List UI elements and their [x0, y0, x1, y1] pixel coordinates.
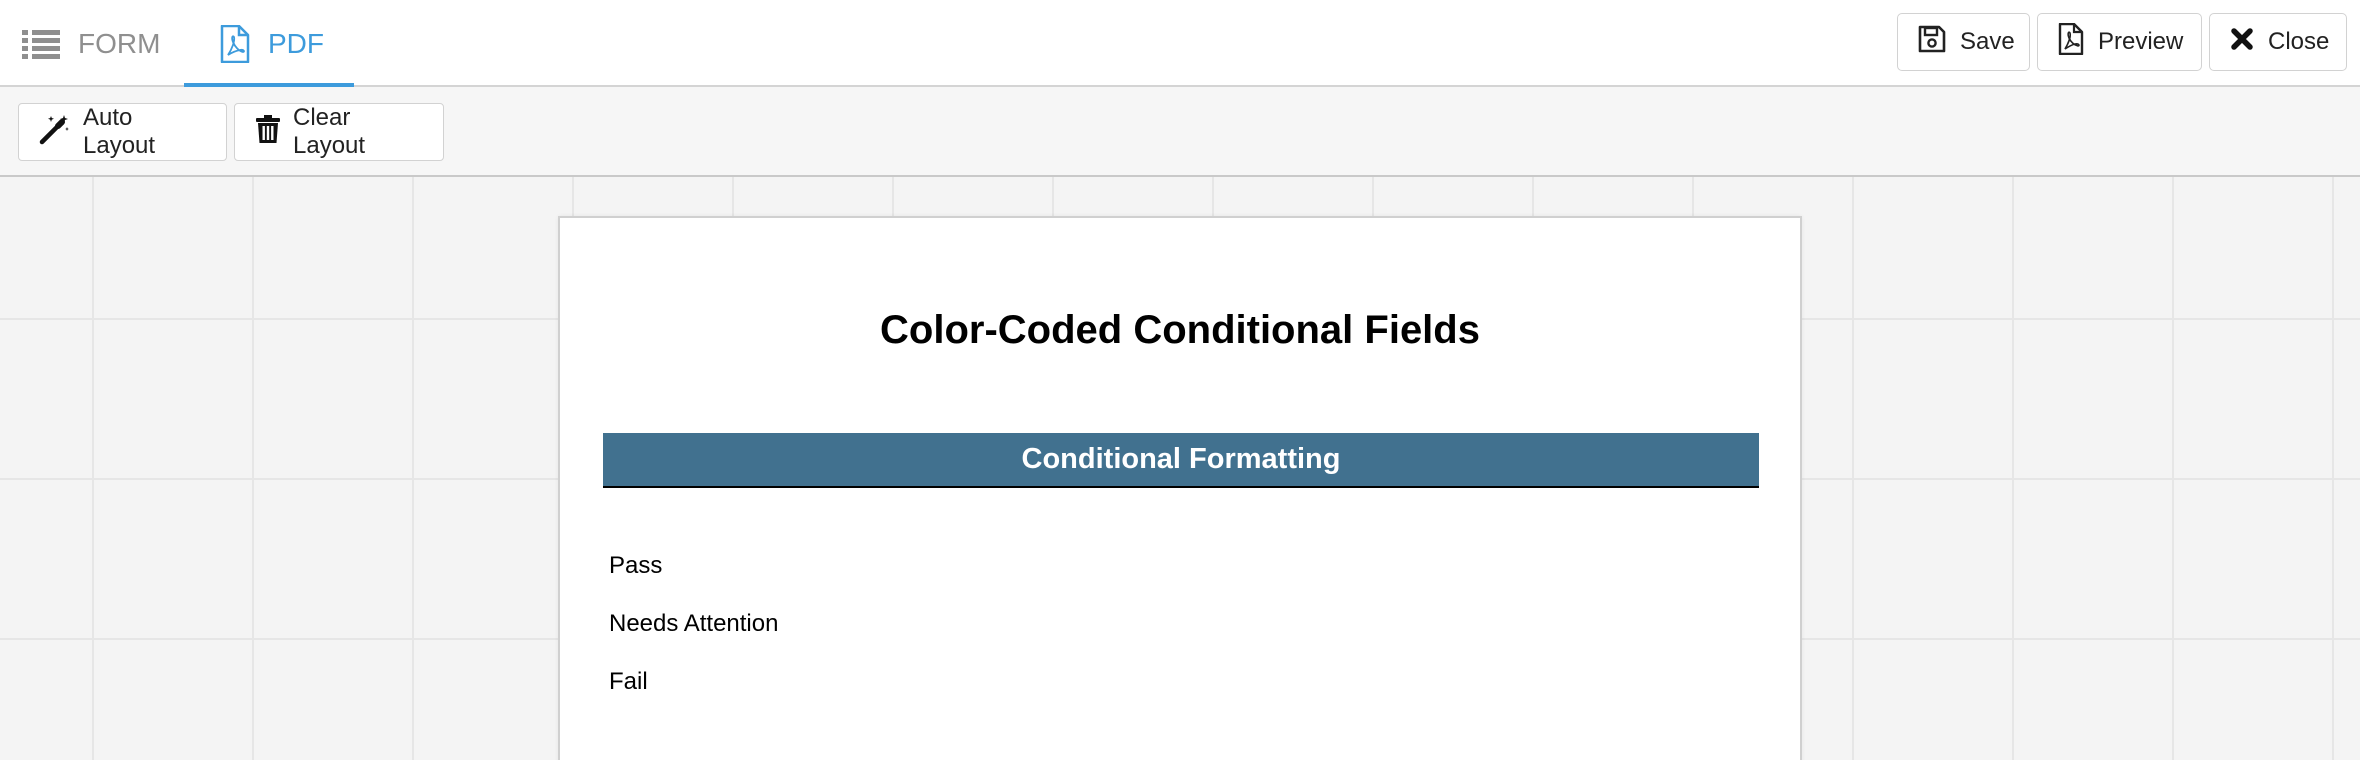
preview-button-label: Preview: [2098, 28, 2184, 55]
section-header[interactable]: Conditional Formatting: [603, 433, 1759, 488]
close-button[interactable]: Close: [2209, 13, 2347, 71]
close-button-label: Close: [2268, 28, 2330, 55]
tab-pdf[interactable]: PDF: [184, 0, 354, 89]
clear-layout-button[interactable]: Clear Layout: [234, 103, 444, 161]
close-icon: [2230, 27, 2254, 58]
field-item-pass[interactable]: Pass: [609, 552, 662, 580]
pdf-page: Color-Coded Conditional Fields Condition…: [558, 216, 1802, 760]
save-button-label: Save: [1960, 28, 2015, 55]
list-icon: [22, 29, 60, 59]
tab-form[interactable]: FORM: [22, 0, 160, 87]
pdf-file-icon: [220, 24, 250, 63]
tab-form-label: FORM: [78, 27, 161, 59]
preview-button[interactable]: Preview: [2037, 13, 2202, 71]
tab-pdf-label: PDF: [268, 27, 324, 59]
section-header-label: Conditional Formatting: [1021, 443, 1341, 475]
layout-toolbar: Auto Layout Clear Layout: [0, 87, 2360, 177]
field-item-fail[interactable]: Fail: [609, 668, 648, 696]
top-bar: FORM PDF Save Preview Close: [0, 0, 2360, 89]
field-item-needs-attention[interactable]: Needs Attention: [609, 610, 778, 638]
auto-layout-label: Auto Layout: [83, 104, 156, 159]
document-title[interactable]: Color-Coded Conditional Fields: [560, 308, 1800, 353]
floppy-disk-icon: [1918, 25, 1946, 60]
magic-wand-icon: [39, 113, 71, 152]
pdf-file-icon: [2058, 22, 2084, 62]
auto-layout-button[interactable]: Auto Layout: [18, 103, 227, 161]
trash-icon: [255, 114, 281, 151]
save-button[interactable]: Save: [1897, 13, 2030, 71]
clear-layout-label: Clear Layout: [293, 104, 366, 159]
layout-canvas: Color-Coded Conditional Fields Condition…: [0, 177, 2360, 760]
